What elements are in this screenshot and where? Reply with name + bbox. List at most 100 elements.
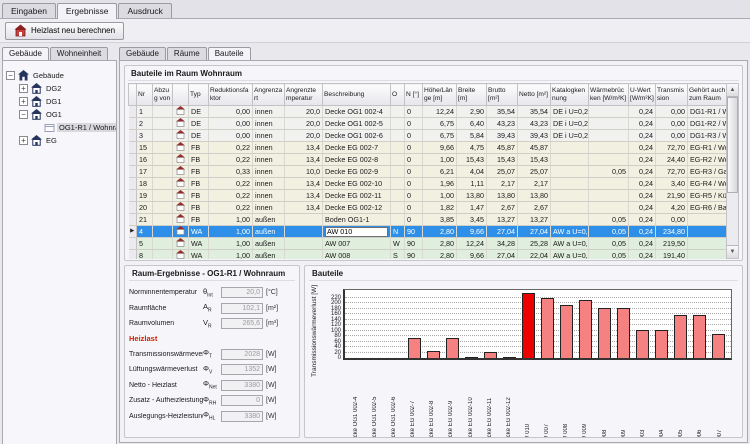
main-tab-eingaben[interactable]: Eingaben — [2, 3, 56, 18]
table-row[interactable]: 16FB0,22innen13,4Decke EG 002-801,0015,4… — [129, 154, 740, 166]
col-header-nr[interactable]: Nr — [137, 84, 153, 106]
collapse-minus-icon[interactable]: − — [6, 71, 15, 80]
result-label: Zusatz - Aufheizleistung — [129, 397, 203, 404]
left-tab-gebäude[interactable]: Gebäude — [2, 47, 49, 60]
beschreibung-editor[interactable]: AW 010 — [325, 227, 388, 237]
result-symbol: ΦNet — [203, 379, 221, 391]
tree-item-label: DG1 — [44, 97, 63, 106]
result-label: Raumfläche — [129, 305, 203, 312]
result-value-field: 3380 — [221, 411, 263, 422]
col-header-n-[interactable]: N [°] — [405, 84, 423, 106]
y-tick-label: 220 — [319, 295, 341, 301]
result-value-field: 2028 — [221, 349, 263, 360]
main-tab-ergebnisse[interactable]: Ergebnisse — [57, 3, 118, 19]
result-label: Transmissionswärmeverlust — [129, 351, 203, 358]
x-tick-label: Decke OG1 002-6 — [391, 363, 397, 438]
result-row: Auslegungs-HeizleistungΦHL3380[W] — [129, 411, 295, 422]
row-marker — [129, 190, 137, 202]
detail-tab-gebäude[interactable]: Gebäude — [119, 47, 166, 60]
app-window: EingabenErgebnisseAusdruck Heizlast neu … — [0, 0, 750, 444]
col-header-typ[interactable]: Typ — [189, 84, 209, 106]
table-row[interactable]: 15FB0,22innen13,4Decke EG 002-709,664,75… — [129, 142, 740, 154]
x-tick-label: F 005 — [678, 363, 684, 438]
bauteile-table: NrAbzug von TypReduktionsfaktorAngrenzart… — [128, 83, 739, 259]
col-header-icon[interactable] — [173, 84, 189, 106]
y-tick-label: 0 — [319, 355, 341, 361]
chart-bar — [655, 330, 668, 358]
chart-bar — [712, 334, 725, 358]
tree-item-eg[interactable]: +EG — [3, 134, 116, 147]
result-label: Norminnentemperatur — [129, 289, 203, 296]
chart-bar — [693, 315, 706, 358]
table-row[interactable]: 20FB0,22innen13,4Decke EG 002-1201,821,4… — [129, 202, 740, 214]
table-row[interactable]: 19FB0,22innen13,4Decke EG 002-1101,0013,… — [129, 190, 740, 202]
table-row[interactable]: ▶4WA1,00außenAW 010N902,809,6627,0427,04… — [129, 226, 740, 238]
chart-bar — [465, 357, 478, 358]
col-header-transmission[interactable]: Transmission — [656, 84, 688, 106]
detail-tab-bar: GebäudeRäumeBauteile — [119, 45, 748, 60]
col-header-beschreibung[interactable]: Beschreibung — [323, 84, 391, 106]
row-marker — [129, 202, 137, 214]
table-row[interactable]: 8WA1,00außenAW 008S902,809,6627,0422,04A… — [129, 250, 740, 260]
result-label: Netto - Heizlast — [129, 382, 203, 389]
x-tick-label: Decke EG 002-7 — [410, 363, 416, 438]
col-header-abzug-von[interactable]: Abzug von — [153, 84, 173, 106]
tree-item-label: Gebäude — [31, 71, 66, 80]
col-header-angrenzart[interactable]: Angrenzart — [253, 84, 285, 106]
tree-item-label: DG2 — [44, 84, 63, 93]
table-row[interactable]: 18FB0,22innen13,4Decke EG 002-1001,961,1… — [129, 178, 740, 190]
col-header-u-wert-w-m-k-[interactable]: U-Wert [W/m²K] — [629, 84, 656, 106]
col-header-katalogkennung[interactable]: Katalogkennung — [551, 84, 589, 106]
expand-plus-icon[interactable]: + — [19, 84, 28, 93]
col-header-o[interactable]: O — [391, 84, 405, 106]
chart-bars — [345, 290, 731, 358]
row-marker — [129, 142, 137, 154]
recalc-button[interactable]: Heizlast neu berechnen — [5, 22, 124, 40]
tree-item-og1-r1-wohnraum[interactable]: OG1-R1 / Wohnraum — [3, 121, 116, 134]
wall-icon — [173, 214, 189, 226]
room-results-group: Raum-Ergebnisse - OG1-R1 / Wohnraum Norm… — [124, 265, 300, 438]
main-tab-ausdruck[interactable]: Ausdruck — [118, 3, 171, 18]
left-tab-wohneinheit[interactable]: Wohneinheit — [50, 47, 108, 60]
col-header-reduktionsfaktor[interactable]: Reduktionsfaktor — [209, 84, 253, 106]
result-unit: [W] — [266, 397, 277, 404]
table-row[interactable]: 21FB1,00außenBoden OG1-103,853,4513,2713… — [129, 214, 740, 226]
tree-item-og1[interactable]: −OG1 — [3, 108, 116, 121]
col-header-angrenztemperatur[interactable]: Angrenztemperatur — [285, 84, 323, 106]
tree-item-dg1[interactable]: + DG1 — [3, 95, 116, 108]
scroll-thumb[interactable] — [727, 97, 738, 193]
result-row: TransmissionswärmeverlustΦT2028[W] — [129, 349, 295, 360]
col-header-marker — [129, 84, 137, 106]
result-unit: [m²] — [266, 305, 278, 312]
y-tick-label: 100 — [319, 328, 341, 334]
scroll-down-button[interactable]: ▼ — [727, 245, 738, 258]
chart-bar — [427, 351, 440, 358]
detail-tab-bauteile[interactable]: Bauteile — [208, 47, 251, 60]
expand-plus-icon[interactable]: + — [19, 136, 28, 145]
col-header-breite-m-[interactable]: Breite [m] — [457, 84, 487, 106]
table-row[interactable]: 2DE0,00innen20,0Decke OG1 002-506,756,40… — [129, 118, 740, 130]
result-unit: [W] — [266, 382, 277, 389]
col-header-brutto-m-[interactable]: Brutto [m²] — [487, 84, 518, 106]
table-row[interactable]: 1DE0,00innen20,0Decke OG1 002-4012,242,9… — [129, 106, 740, 118]
col-header-wärmebrücken-w-m-k-[interactable]: Wärmebrücken [W/m²K] — [589, 84, 629, 106]
tree-item-gebäude[interactable]: − Gebäude — [3, 69, 116, 82]
scroll-up-button[interactable]: ▲ — [727, 84, 738, 97]
table-scrollbar[interactable]: ▲ ▼ — [726, 83, 739, 259]
col-header-netto-m-[interactable]: Netto [m²] — [518, 84, 551, 106]
table-row[interactable]: 3DE0,00innen20,0Decke OG1 002-606,755,84… — [129, 130, 740, 142]
row-marker — [129, 250, 137, 260]
col-header-höhe-länge-m-[interactable]: Höhe/Länge [m] — [423, 84, 457, 106]
tree-item-dg2[interactable]: + DG2 — [3, 82, 116, 95]
result-symbol: ΦV — [203, 364, 221, 376]
collapse-minus-icon[interactable]: − — [19, 110, 28, 119]
detail-content: Bauteile im Raum Wohnraum NrAbzug vonTyp… — [119, 60, 748, 443]
detail-panel: GebäudeRäumeBauteile Bauteile im Raum Wo… — [117, 43, 750, 444]
result-row: RaumflächeAR102,1[m²] — [129, 303, 295, 314]
detail-tab-räume[interactable]: Räume — [167, 47, 207, 60]
expand-plus-icon[interactable]: + — [19, 97, 28, 106]
wall-icon — [173, 178, 189, 190]
building-tree: −Gebäude+DG2+DG1−OG1OG1-R1 / Wohnraum+EG — [2, 60, 117, 444]
table-row[interactable]: 5WA1,00außenAW 007W902,8012,2434,2825,28… — [129, 238, 740, 250]
table-row[interactable]: 17FB0,33innen10,0Decke EG 002-906,214,04… — [129, 166, 740, 178]
